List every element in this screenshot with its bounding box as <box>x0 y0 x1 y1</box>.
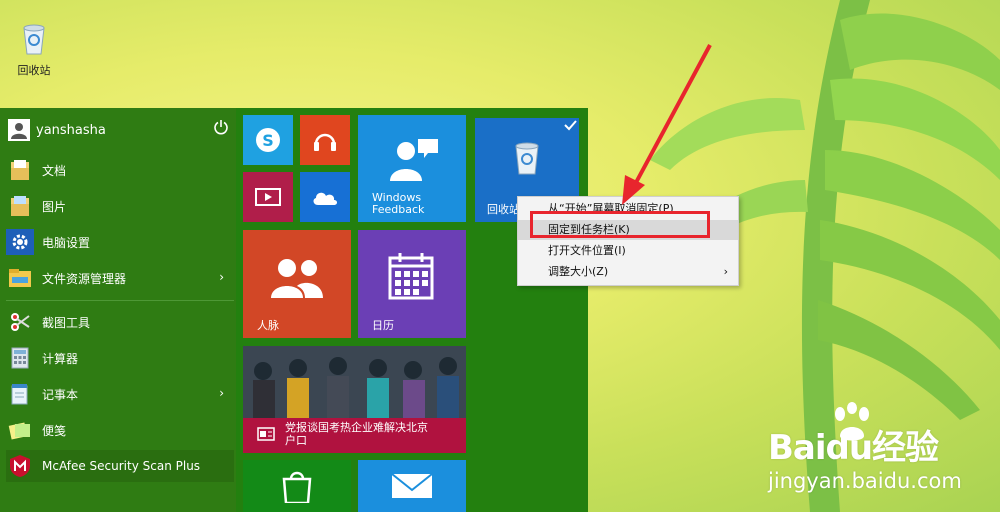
news-headline: 党报谈国考热企业难解决北京 户口 <box>285 421 428 447</box>
windows-feedback-tile[interactable]: Windows Feedback <box>358 115 466 222</box>
calendar-icon <box>388 253 434 300</box>
menu-item-label: 计算器 <box>42 351 79 366</box>
baidu-paw-icon <box>835 402 869 441</box>
power-icon[interactable] <box>213 119 229 135</box>
calculator-icon <box>6 345 34 371</box>
folder-doc-icon <box>6 157 34 183</box>
user-name: yanshasha <box>36 122 106 138</box>
menu-item-notepad[interactable]: 记事本 › <box>6 378 234 410</box>
desktop-recycle-bin[interactable]: 回收站 <box>10 20 58 78</box>
recycle-bin-icon <box>23 24 45 55</box>
menu-item-label: 图片 <box>42 199 67 214</box>
people-icon <box>271 259 323 298</box>
news-photo-image <box>243 346 466 418</box>
chevron-right-icon: › <box>723 265 728 278</box>
context-item-resize[interactable]: 调整大小(Z) › <box>518 262 738 282</box>
calendar-tile-label: 日历 <box>372 319 394 332</box>
sticky-note-icon <box>6 417 34 443</box>
mail-tile[interactable] <box>358 460 466 512</box>
menu-item-label: 文件资源管理器 <box>42 271 127 286</box>
user-avatar-icon <box>8 119 30 141</box>
folder-pictures-icon <box>6 193 34 219</box>
menu-item-calculator[interactable]: 计算器 <box>6 342 234 374</box>
menu-item-label: 电脑设置 <box>42 235 91 250</box>
onedrive-tile[interactable] <box>300 172 350 222</box>
menu-item-label: 记事本 <box>42 387 79 402</box>
menu-item-file-explorer[interactable]: 文件资源管理器 › <box>6 262 234 294</box>
gear-icon <box>6 229 34 255</box>
menu-item-label: 便笺 <box>42 423 67 438</box>
notepad-icon <box>6 381 34 407</box>
cloud-icon <box>313 192 337 205</box>
feedback-tile-label: Windows Feedback <box>372 191 425 216</box>
svg-text:S: S <box>262 131 274 150</box>
people-tile-label: 人脉 <box>257 319 279 332</box>
annotation-arrow-icon <box>622 44 712 205</box>
feedback-people-icon <box>390 139 438 181</box>
selected-check-icon <box>557 118 579 140</box>
start-menu: yanshasha 文档 图片 电脑设置 文件资源管理器 › 截图工具 计算器 … <box>0 108 588 512</box>
mail-icon <box>391 473 433 498</box>
desktop-recycle-bin-label: 回收站 <box>17 64 51 77</box>
highlight-box <box>530 211 710 238</box>
news-tile[interactable]: 党报谈国考热企业难解决北京 户口 <box>243 346 466 453</box>
watermark-site: jingyan.baidu.com <box>768 469 962 493</box>
menu-divider <box>6 300 234 301</box>
store-tile[interactable] <box>243 460 351 512</box>
music-tile[interactable] <box>300 115 350 165</box>
mcafee-icon <box>6 453 34 479</box>
menu-item-mcafee[interactable]: McAfee Security Scan Plus <box>6 450 234 482</box>
chevron-right-icon[interactable]: › <box>219 386 224 400</box>
menu-item-snipping-tool[interactable]: 截图工具 <box>6 306 234 338</box>
headphones-icon <box>314 133 336 151</box>
menu-item-label: McAfee Security Scan Plus <box>42 459 201 473</box>
menu-item-pc-settings[interactable]: 电脑设置 <box>6 226 234 258</box>
menu-item-label: 文档 <box>42 163 67 178</box>
video-icon <box>255 188 281 206</box>
menu-item-documents[interactable]: 文档 <box>6 154 234 186</box>
baidu-watermark: Baidu经验 jingyan.baidu.com <box>768 402 962 493</box>
menu-item-sticky-notes[interactable]: 便笺 <box>6 414 234 446</box>
menu-item-label: 截图工具 <box>42 315 91 330</box>
news-icon <box>257 427 275 441</box>
skype-tile[interactable]: S <box>243 115 293 165</box>
user-account[interactable]: yanshasha <box>8 116 106 144</box>
calendar-tile[interactable]: 日历 <box>358 230 466 338</box>
file-explorer-icon <box>6 265 34 291</box>
scissors-icon <box>6 309 34 335</box>
menu-item-pictures[interactable]: 图片 <box>6 190 234 222</box>
video-tile[interactable] <box>243 172 293 222</box>
recycle-bin-icon <box>515 142 539 175</box>
skype-icon: S <box>256 128 280 152</box>
chevron-right-icon[interactable]: › <box>219 270 224 284</box>
start-menu-left-pane: yanshasha 文档 图片 电脑设置 文件资源管理器 › 截图工具 计算器 … <box>0 108 236 512</box>
recycle-bin-tile-label: 回收站 <box>487 203 520 216</box>
people-tile[interactable]: 人脉 <box>243 230 351 338</box>
store-bag-icon <box>282 471 312 503</box>
context-item-open-file-location[interactable]: 打开文件位置(I) <box>518 241 738 261</box>
